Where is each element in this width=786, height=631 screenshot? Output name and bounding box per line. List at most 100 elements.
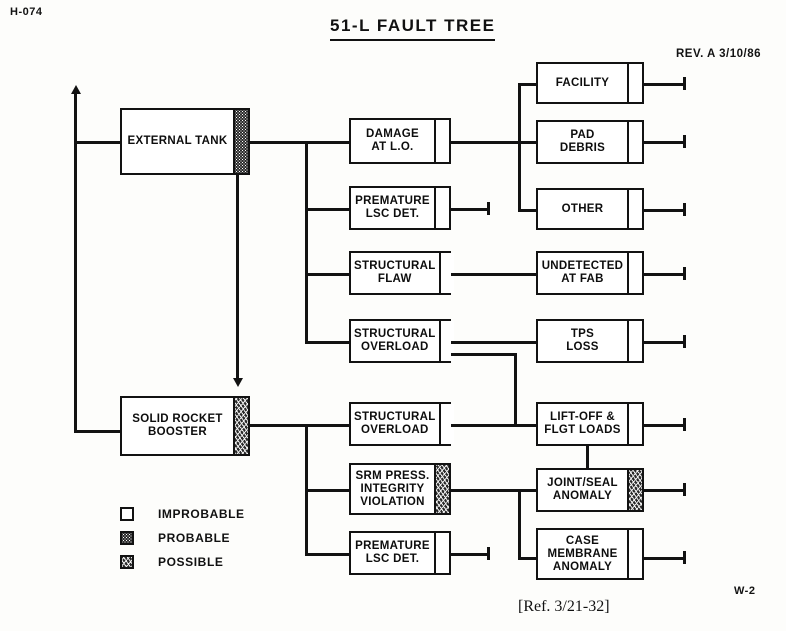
srb-out-wire [250, 424, 307, 427]
tps-loss-stub-wire [644, 341, 686, 344]
page-title: 51-L FAULT TREE [330, 16, 496, 41]
node-undetected-at-fab[interactable]: UNDETECTED AT FAB [536, 251, 644, 295]
trunk-top-arrow-icon [70, 85, 81, 94]
overload-srb-to-liftoff-wire [451, 424, 536, 427]
node-lift-off-flgt-loads[interactable]: LIFT-OFF & FLGT LOADS [536, 402, 644, 446]
node-status-marker [627, 64, 642, 102]
facility-stub-wire [644, 83, 686, 86]
node-status-marker [434, 188, 449, 228]
node-case-membrane-anomaly[interactable]: CASE MEMBRANE ANOMALY [536, 528, 644, 580]
legend-item-label: POSSIBLE [158, 555, 224, 569]
pad-debris-endcap-icon [683, 135, 686, 148]
joint-seal-stub-wire [644, 489, 686, 492]
node-tps-loss[interactable]: TPS LOSS [536, 319, 644, 363]
et-branch-overload-wire [305, 341, 349, 344]
legend-item-label: IMPROBABLE [158, 507, 245, 521]
node-external-tank[interactable]: EXTERNAL TANK [120, 108, 250, 175]
et-to-srb-arrow-icon [232, 378, 243, 387]
srm-out-wire [451, 489, 520, 492]
node-label: DAMAGE AT L.O. [366, 128, 419, 153]
et-out-wire [250, 141, 307, 144]
lift-off-endcap-icon [683, 418, 686, 431]
et-branch-premature-wire [305, 208, 349, 211]
node-label: CASE MEMBRANE ANOMALY [547, 534, 618, 573]
tps-loss-endcap-icon [683, 335, 686, 348]
node-facility[interactable]: FACILITY [536, 62, 644, 104]
undetected-at-fab-endcap-icon [683, 267, 686, 280]
srm-branch-bus [518, 489, 521, 559]
legend-item-improbable: IMPROBABLE [120, 502, 245, 526]
node-status-marker [627, 253, 642, 293]
et-branch-flaw-wire [305, 273, 349, 276]
node-label: EXTERNAL TANK [127, 135, 228, 147]
node-damage-at-lo[interactable]: DAMAGE AT L.O. [349, 118, 451, 164]
pad-debris-stub-wire [644, 141, 686, 144]
et-to-srb-wire [236, 175, 239, 380]
node-status-marker [627, 321, 642, 361]
probable-swatch-icon [120, 531, 134, 545]
case-membrane-stub-wire [644, 557, 686, 560]
node-status-marker [434, 465, 449, 513]
et-branch-damage-wire [305, 141, 349, 144]
premature-lsc-det-srb-stub-wire [451, 553, 490, 556]
undetected-at-fab-stub-wire [644, 273, 686, 276]
node-label: LIFT-OFF & FLGT LOADS [544, 411, 621, 436]
damage-branch-facility-wire [518, 83, 536, 86]
node-label: UNDETECTED AT FAB [541, 260, 624, 285]
legend-item-probable: PROBABLE [120, 526, 245, 550]
overload-et-down-link-h [451, 353, 516, 356]
trunk-to-srb-wire [74, 430, 122, 433]
node-label: STRUCTURAL FLAW [354, 260, 436, 285]
overload-to-tps-wire [451, 341, 536, 344]
node-label: OTHER [561, 202, 604, 215]
node-srm-press-integrity-violation[interactable]: SRM PRESS. INTEGRITY VIOLATION [349, 463, 451, 515]
fault-tree-diagram: H-074 51-L FAULT TREE REV. A 3/10/86 W-2… [0, 0, 786, 631]
damage-branch-pad-debris-wire [518, 141, 536, 144]
lift-off-stub-wire [644, 424, 686, 427]
node-label: SRM PRESS. INTEGRITY VIOLATION [355, 469, 430, 508]
damage-out-wire [451, 141, 520, 144]
damage-branch-other-wire [518, 209, 536, 212]
possible-swatch-icon [120, 555, 134, 569]
node-structural-flaw[interactable]: STRUCTURAL FLAW [349, 251, 454, 295]
trunk-to-external-tank-wire [74, 141, 122, 144]
case-membrane-endcap-icon [683, 551, 686, 564]
node-other[interactable]: OTHER [536, 188, 644, 230]
node-label: PAD DEBRIS [559, 129, 606, 154]
sheet-number-label: W-2 [734, 585, 756, 597]
node-structural-overload-et[interactable]: STRUCTURAL OVERLOAD [349, 319, 454, 363]
joint-seal-endcap-icon [683, 483, 686, 496]
liftoff-to-joint-seal-wire [586, 446, 589, 470]
other-stub-wire [644, 209, 686, 212]
node-label: FACILITY [555, 76, 610, 89]
node-label: JOINT/SEAL ANOMALY [547, 477, 618, 502]
node-structural-overload-srb[interactable]: STRUCTURAL OVERLOAD [349, 402, 454, 446]
legend-item-possible: POSSIBLE [120, 550, 245, 574]
node-status-marker [233, 110, 248, 173]
node-joint-seal-anomaly[interactable]: JOINT/SEAL ANOMALY [536, 468, 644, 512]
node-label: STRUCTURAL OVERLOAD [354, 328, 436, 353]
node-solid-rocket-booster[interactable]: SOLID ROCKET BOOSTER [120, 396, 250, 456]
node-label: SOLID ROCKET BOOSTER [132, 413, 223, 438]
node-status-marker [627, 190, 642, 228]
overload-et-down-link-v [514, 353, 517, 424]
node-pad-debris[interactable]: PAD DEBRIS [536, 120, 644, 164]
node-label: STRUCTURAL OVERLOAD [354, 411, 436, 436]
srm-branch-joint-seal-wire [518, 489, 536, 492]
node-premature-lsc-det-et[interactable]: PREMATURE LSC DET. [349, 186, 451, 230]
srb-branch-premature-wire [305, 553, 349, 556]
document-id-label: H-074 [10, 6, 43, 18]
node-premature-lsc-det-srb[interactable]: PREMATURE LSC DET. [349, 531, 451, 575]
premature-lsc-det-srb-endcap-icon [487, 547, 490, 560]
et-branch-bus [305, 141, 308, 341]
premature-lsc-det-et-endcap-icon [487, 202, 490, 215]
node-label: PREMATURE LSC DET. [355, 540, 430, 565]
other-endcap-icon [683, 203, 686, 216]
node-label: TPS LOSS [566, 328, 599, 353]
revision-label: REV. A 3/10/86 [676, 48, 761, 60]
damage-branch-bus [518, 83, 521, 211]
node-status-marker [434, 533, 449, 573]
node-status-marker [627, 470, 642, 510]
reference-note: [Ref. 3/21-32] [518, 598, 610, 615]
node-status-marker [434, 120, 449, 162]
